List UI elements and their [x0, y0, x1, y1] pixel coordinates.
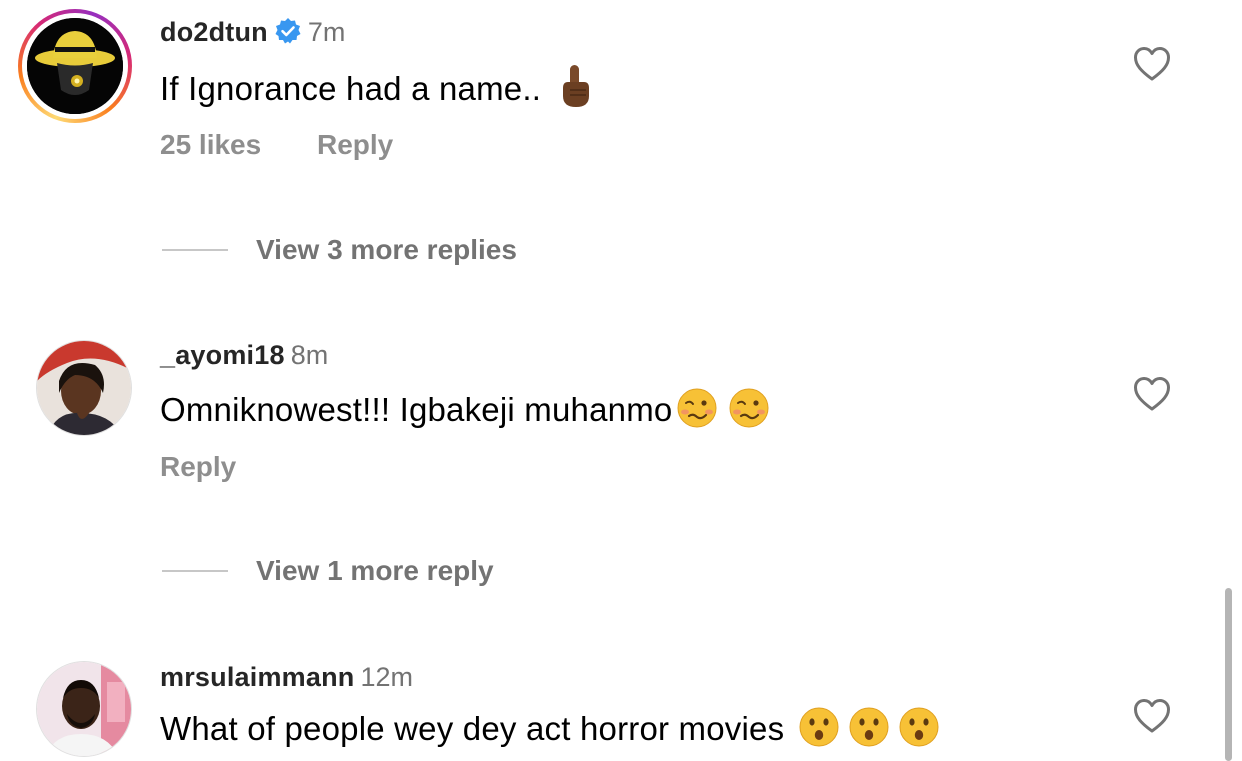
username[interactable]: mrsulaimmann — [160, 662, 354, 692]
likes-count[interactable]: 25 likes — [160, 129, 261, 160]
reply-button[interactable]: Reply — [317, 129, 393, 160]
comment-text: If Ignorance had a name.. — [160, 70, 542, 107]
avatar[interactable] — [36, 661, 132, 757]
like-heart-icon[interactable] — [1133, 46, 1171, 82]
hushed-face-icon — [798, 706, 840, 756]
hushed-face-icon — [848, 706, 890, 756]
woozy-face-icon — [728, 387, 770, 437]
avatar-image — [27, 18, 123, 114]
like-heart-icon[interactable] — [1133, 376, 1171, 412]
avatar-image — [37, 662, 131, 756]
avatar[interactable] — [36, 340, 132, 436]
comment-text: What of people wey dey act horror movies — [160, 710, 785, 747]
comments-screen: do2dtun 7m If Ignorance had a name.. 25 l… — [0, 0, 1242, 761]
woozy-face-icon — [676, 387, 718, 437]
like-heart-icon[interactable] — [1133, 698, 1171, 734]
pointing-up-icon — [558, 64, 592, 116]
comment-text: Omniknowest!!! Igbakeji muhanmo — [160, 391, 673, 428]
hushed-face-icon — [898, 706, 940, 756]
divider-line — [162, 569, 228, 572]
username[interactable]: do2dtun — [160, 17, 268, 47]
avatar[interactable] — [18, 9, 132, 123]
reply-button[interactable]: Reply — [160, 451, 236, 482]
comment-time: 8m — [290, 340, 329, 370]
username[interactable]: _ayomi18 — [160, 340, 285, 370]
verified-badge-icon — [274, 17, 302, 52]
comment-time: 7m — [307, 17, 346, 47]
divider-line — [162, 248, 228, 251]
scrollbar[interactable] — [1225, 588, 1232, 761]
comment-time: 12m — [360, 662, 413, 692]
view-more-replies-button[interactable]: View 1 more reply — [162, 555, 494, 587]
avatar-image — [37, 341, 131, 435]
view-more-replies-button[interactable]: View 3 more replies — [162, 234, 517, 266]
